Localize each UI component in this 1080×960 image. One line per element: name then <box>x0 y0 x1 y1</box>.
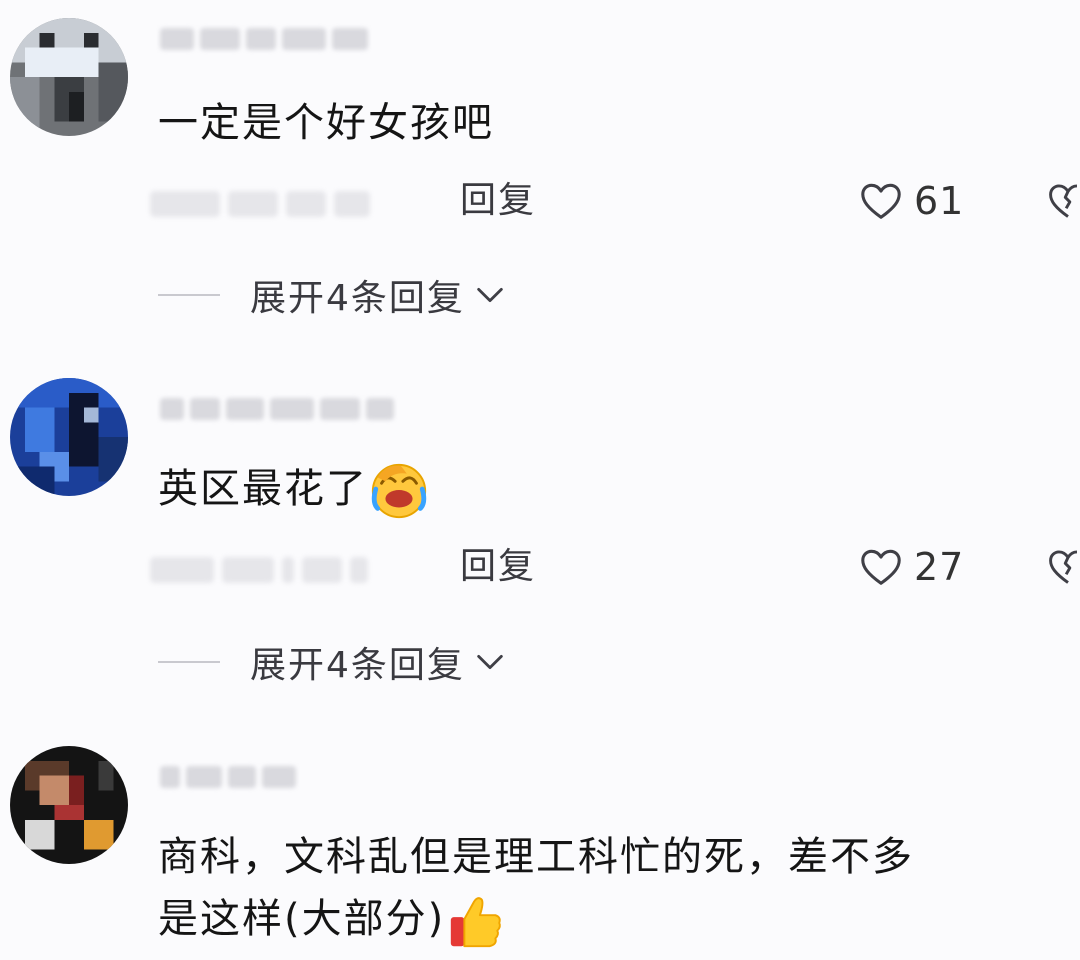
username-blurred[interactable] <box>160 760 296 794</box>
comment-text: 商科，文科乱但是理工科忙的死，差不多 <box>158 834 914 880</box>
comment-text-body: 英区最花了 <box>158 466 368 512</box>
like-count: 61 <box>914 179 965 223</box>
broken-heart-icon[interactable] <box>1046 544 1080 590</box>
like-count: 27 <box>914 545 965 589</box>
avatar[interactable] <box>10 746 128 864</box>
comment-text: 一定是个好女孩吧 <box>158 100 494 146</box>
divider <box>158 294 220 296</box>
reply-button[interactable]: 回复 <box>460 176 536 226</box>
expand-replies-label: 展开4条回复 <box>250 278 465 319</box>
comment-meta: 回复 61 <box>150 176 1080 226</box>
expand-replies-button[interactable]: 展开4条回复 <box>158 637 507 687</box>
avatar[interactable] <box>10 18 128 136</box>
reply-button[interactable]: 回复 <box>460 542 536 592</box>
timestamp-blurred <box>150 186 410 222</box>
expand-replies-label: 展开4条回复 <box>250 645 465 686</box>
thumbs-up-emoji <box>451 897 502 948</box>
avatar[interactable] <box>10 378 128 496</box>
heart-outline-icon <box>861 183 901 219</box>
timestamp-blurred <box>150 552 410 588</box>
comment-text: 是这样(大部分) <box>158 888 507 952</box>
like-button[interactable]: 61 <box>858 176 964 226</box>
heart-outline-icon <box>861 549 901 585</box>
like-button[interactable]: 27 <box>858 542 964 592</box>
broken-heart-icon[interactable] <box>1046 178 1080 224</box>
chevron-down-icon <box>477 287 503 303</box>
expand-replies-button[interactable]: 展开4条回复 <box>158 270 507 320</box>
face-with-tears-emoji <box>371 463 427 519</box>
chevron-down-icon <box>477 654 503 670</box>
comment-text-body: 是这样(大部分) <box>158 896 446 942</box>
comment-meta: 回复 27 <box>150 542 1080 592</box>
comment-text: 英区最花了 <box>158 458 430 522</box>
divider <box>158 661 220 663</box>
username-blurred[interactable] <box>160 392 394 426</box>
username-blurred[interactable] <box>160 22 368 56</box>
